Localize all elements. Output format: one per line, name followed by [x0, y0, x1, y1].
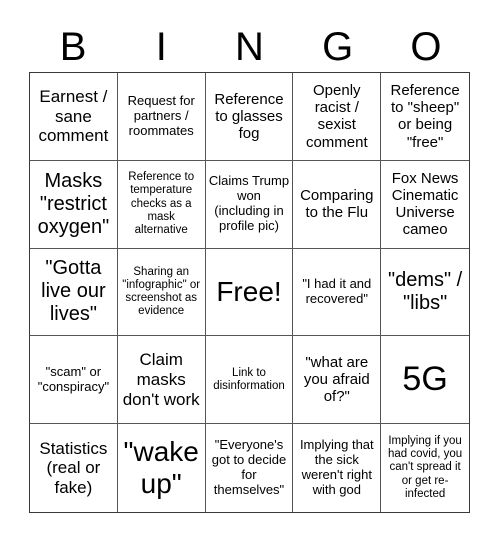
bingo-cell[interactable]: "Gotta live our lives": [30, 248, 118, 337]
bingo-cell[interactable]: "Everyone's got to decide for themselves…: [206, 424, 294, 512]
bingo-cell[interactable]: "wake up": [118, 424, 206, 512]
bingo-header: B I N G O: [29, 22, 470, 72]
header-letter-o: O: [410, 25, 442, 69]
header-letter-n: N: [235, 25, 264, 69]
bingo-cell[interactable]: Reference to "sheep" or being "free": [381, 73, 469, 161]
bingo-cell[interactable]: Sharing an "infographic" or screenshot a…: [117, 248, 206, 337]
bingo-cell[interactable]: Link to disinformation: [205, 336, 294, 425]
bingo-cell[interactable]: Reference to glasses fog: [205, 73, 294, 161]
bingo-cell[interactable]: Claims Trump won (including in profile p…: [205, 160, 294, 249]
bingo-cell[interactable]: Implying if you had covid, you can't spr…: [381, 424, 469, 512]
bingo-cell[interactable]: Claim masks don't work: [117, 336, 206, 425]
bingo-cell[interactable]: Masks "restrict oxygen": [30, 160, 118, 249]
header-letter-b: B: [59, 25, 87, 69]
header-letter-g: G: [322, 25, 354, 69]
bingo-cell[interactable]: "what are you afraid of?": [293, 336, 382, 425]
bingo-cell[interactable]: "scam" or "conspiracy": [30, 336, 118, 425]
bingo-cell[interactable]: Statistics (real or fake): [30, 424, 118, 512]
header-letter-i: I: [155, 25, 167, 69]
bingo-cell[interactable]: Comparing to the Flu: [293, 160, 382, 249]
free-space-cell[interactable]: Free!: [205, 248, 294, 337]
bingo-cell[interactable]: "I had it and recovered": [293, 248, 382, 337]
bingo-cell[interactable]: "dems" / "libs": [381, 249, 469, 337]
bingo-cell[interactable]: Openly racist / sexist comment: [293, 73, 382, 161]
bingo-cell[interactable]: Fox News Cinematic Universe cameo: [381, 161, 469, 249]
bingo-cell[interactable]: Implying that the sick weren't right wit…: [293, 424, 382, 512]
bingo-cell[interactable]: Request for partners / roommates: [117, 73, 206, 161]
bingo-cell[interactable]: Reference to temperature checks as a mas…: [117, 160, 206, 249]
bingo-grid: Earnest / sane comment Request for partn…: [29, 72, 470, 513]
bingo-cell[interactable]: Earnest / sane comment: [30, 73, 118, 161]
bingo-cell[interactable]: 5G: [381, 336, 469, 425]
